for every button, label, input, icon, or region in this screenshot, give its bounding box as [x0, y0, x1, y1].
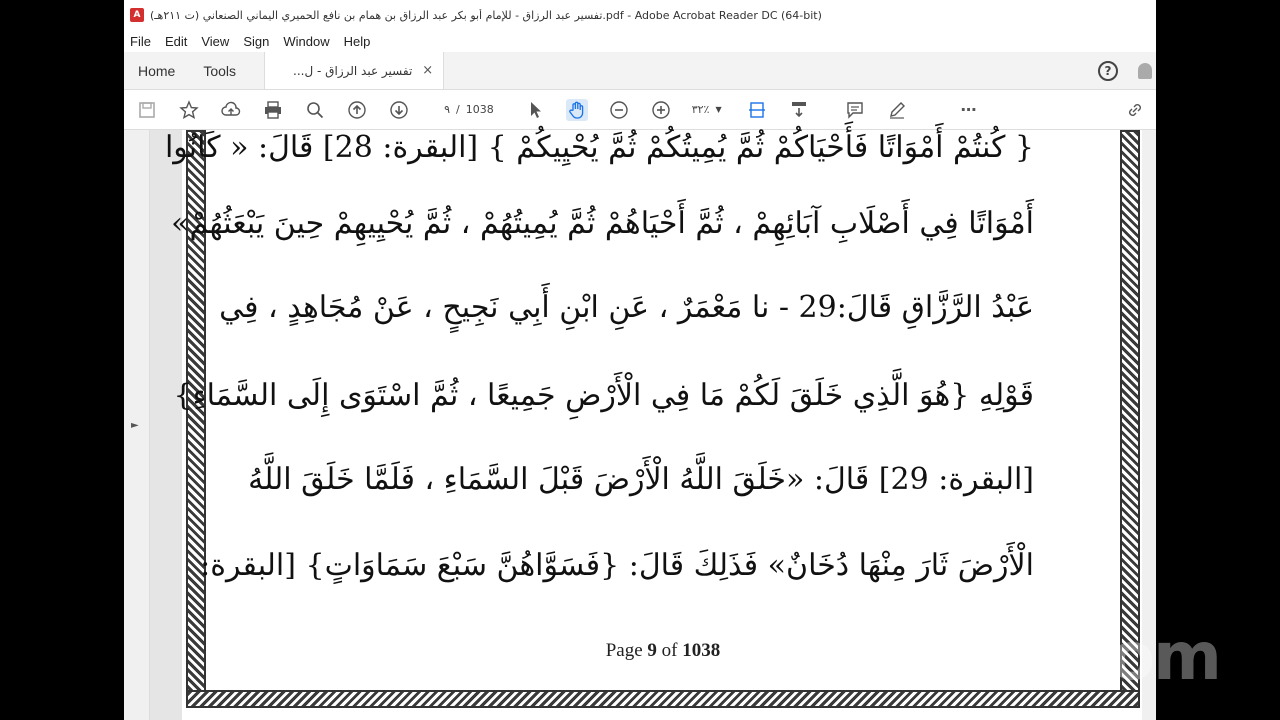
- link-icon[interactable]: [1124, 99, 1146, 121]
- pdf-page: { كُنتُمْ أَمْوَاتًا فَأَحْيَاكُمْ ثُمَّ…: [165, 130, 1144, 720]
- hand-tool-icon[interactable]: [565, 98, 588, 121]
- more-tools-icon[interactable]: ⋯: [958, 99, 980, 121]
- title-bar: A تفسير عبد الرزاق - للإمام أبو بكر عبد …: [124, 0, 1156, 30]
- menu-bar: File Edit View Sign Window Help: [124, 30, 1156, 52]
- comment-icon[interactable]: [844, 99, 866, 121]
- zoom-in-icon[interactable]: [650, 99, 672, 121]
- upload-cloud-icon[interactable]: [220, 99, 242, 121]
- toolbar: ٩ / 1038 ٣٢٪ ▼ ⋯: [124, 90, 1156, 130]
- menu-help[interactable]: Help: [344, 34, 371, 49]
- tab-tools[interactable]: Tools: [189, 52, 250, 89]
- page-label-prefix: Page: [605, 640, 643, 661]
- text-line: قَوْلِهِ {هُوَ الَّذِي خَلَقَ لَكُمْ مَا…: [173, 378, 1034, 413]
- notification-bell-icon[interactable]: [1138, 63, 1152, 79]
- bookmark-star-icon[interactable]: [178, 99, 200, 121]
- menu-view[interactable]: View: [201, 34, 229, 49]
- tab-bar: Home Tools تفسير عبد الرزاق - ل... × ?: [124, 52, 1156, 90]
- page-separator: /: [456, 103, 460, 116]
- pdf-app-icon: A: [130, 8, 144, 22]
- zoom-dropdown-chevron-icon[interactable]: ▼: [715, 105, 721, 114]
- scrolling-mode-icon[interactable]: [788, 99, 810, 121]
- text-line: أَمْوَاتًا فِي أَصْلَابِ آبَائِهِمْ ، ثُ…: [171, 206, 1034, 241]
- menu-window[interactable]: Window: [283, 34, 329, 49]
- next-page-icon[interactable]: [388, 99, 410, 121]
- tab-home[interactable]: Home: [124, 52, 189, 89]
- text-line: عَبْدُ الرَّزَّاقِ قَالَ:29 - نا مَعْمَر…: [219, 290, 1034, 325]
- zoom-watermark: zoom: [1030, 618, 1222, 695]
- menu-file[interactable]: File: [130, 34, 151, 49]
- text-line: [البقرة: 29] قَالَ: «خَلَقَ اللَّهُ الْأ…: [248, 462, 1034, 497]
- document-viewport[interactable]: ► { كُنتُمْ أَمْوَاتًا فَأَحْيَاكُمْ ثُم…: [124, 130, 1156, 720]
- pen-icon[interactable]: [886, 99, 908, 121]
- search-icon[interactable]: [304, 99, 326, 121]
- page-label-of: of: [661, 640, 678, 661]
- decorative-border-bottom: [186, 690, 1140, 708]
- save-icon[interactable]: [136, 99, 158, 121]
- current-page-input[interactable]: ٩: [430, 103, 450, 116]
- page-total: 1038: [682, 640, 721, 661]
- page-navigation: ٩ / 1038: [430, 103, 494, 116]
- page-fit-icon[interactable]: [746, 99, 768, 121]
- menu-sign[interactable]: Sign: [243, 34, 269, 49]
- window-title: تفسير عبد الرزاق - للإمام أبو بكر عبد ال…: [150, 8, 822, 22]
- text-line: { كُنتُمْ أَمْوَاتًا فَأَحْيَاكُمْ ثُمَّ…: [164, 130, 1034, 165]
- page-footer: Page 9 of 1038: [182, 640, 1144, 662]
- previous-page-icon[interactable]: [346, 99, 368, 121]
- close-tab-icon[interactable]: ×: [422, 63, 433, 78]
- tab-document[interactable]: تفسير عبد الرزاق - ل... ×: [264, 52, 445, 89]
- zoom-level[interactable]: ٣٢٪: [692, 103, 710, 116]
- print-icon[interactable]: [262, 99, 284, 121]
- zoom-out-icon[interactable]: [608, 99, 630, 121]
- select-cursor-icon[interactable]: [524, 99, 546, 121]
- left-panel-toggle[interactable]: ►: [124, 130, 150, 720]
- document-tab-label: تفسير عبد الرزاق - ل...: [293, 63, 413, 78]
- total-pages: 1038: [465, 103, 494, 116]
- text-line: الْأَرْضَ ثَارَ مِنْهَا دُخَانٌ» فَذَلِك…: [200, 548, 1034, 583]
- help-icon[interactable]: ?: [1098, 61, 1118, 81]
- menu-edit[interactable]: Edit: [165, 34, 187, 49]
- expand-panel-arrow-icon[interactable]: ►: [131, 420, 139, 431]
- acrobat-window: A تفسير عبد الرزاق - للإمام أبو بكر عبد …: [124, 0, 1156, 720]
- page-number: 9: [647, 640, 657, 661]
